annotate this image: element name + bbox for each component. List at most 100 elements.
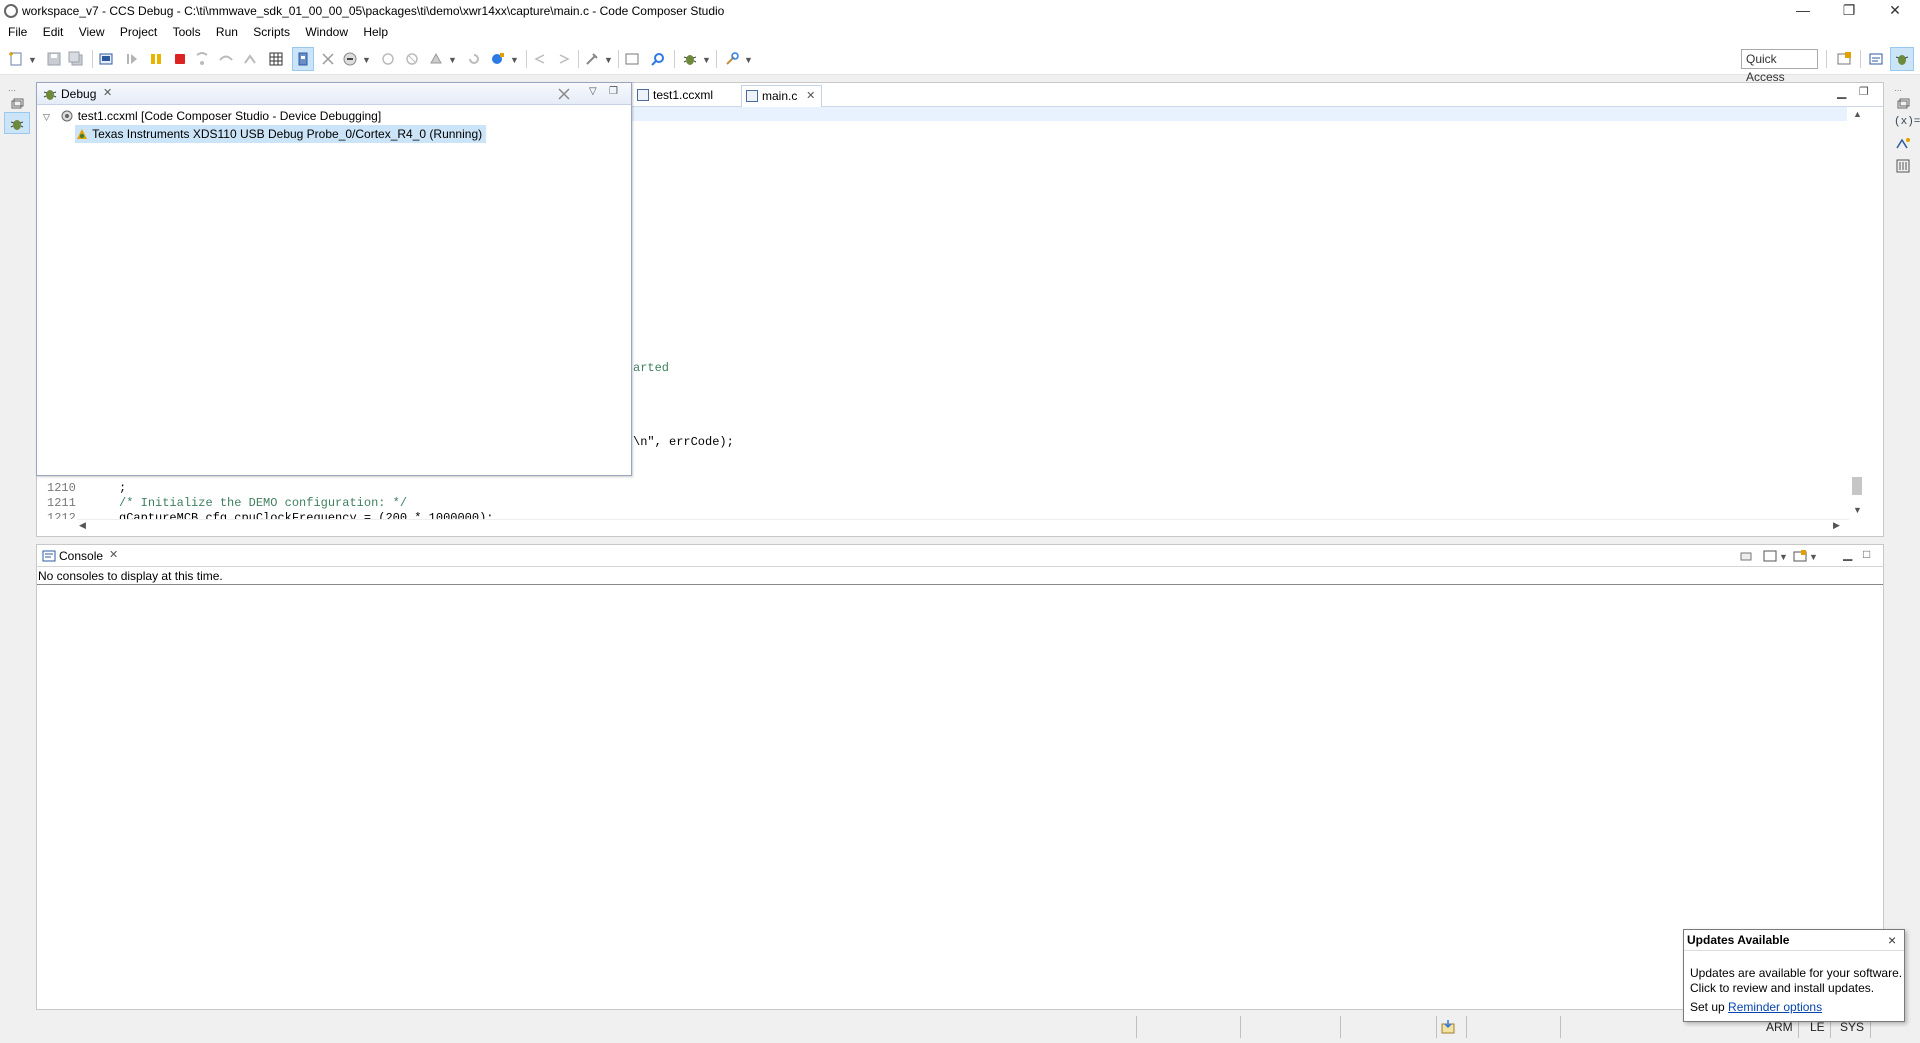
load-dropdown-icon[interactable]: ▼ xyxy=(362,55,371,65)
search-icon[interactable] xyxy=(650,51,666,67)
ccs-debug-perspective-button[interactable] xyxy=(1890,47,1914,71)
editor-vertical-scrollbar[interactable]: ▲ ▼ xyxy=(1849,107,1865,517)
restore-stack-icon[interactable] xyxy=(1894,96,1912,112)
restart-icon[interactable] xyxy=(380,51,396,67)
build-dropdown-icon[interactable]: ▼ xyxy=(604,55,613,65)
minimize-console-icon[interactable]: ▁ xyxy=(1843,547,1852,561)
window-toggle-icon[interactable] xyxy=(624,51,640,67)
editor-horizontal-scrollbar[interactable]: ◀ ▶ xyxy=(77,519,1849,533)
build-icon[interactable] xyxy=(584,51,600,67)
connect-target-icon[interactable] xyxy=(295,51,311,67)
menu-file[interactable]: File xyxy=(2,22,33,42)
step-return-icon[interactable] xyxy=(242,51,258,67)
menu-run[interactable]: Run xyxy=(210,22,244,42)
quick-access-input[interactable]: Quick Access xyxy=(1741,49,1818,84)
close-console-icon[interactable]: ✕ xyxy=(109,548,118,561)
next-edit-icon[interactable] xyxy=(556,51,572,67)
target-config-icon[interactable] xyxy=(428,51,444,67)
new-icon[interactable] xyxy=(8,51,24,67)
close-popup-icon[interactable]: × xyxy=(1888,932,1896,948)
step-into-icon[interactable] xyxy=(194,51,210,67)
minimize-editor-icon[interactable]: ▁ xyxy=(1837,85,1846,99)
toolbar-separator xyxy=(526,50,527,68)
expand-chevron-icon[interactable]: ▽ xyxy=(43,108,57,126)
maximize-editor-icon[interactable]: ❐ xyxy=(1859,85,1869,98)
pin-console-icon[interactable] xyxy=(1739,549,1753,563)
debug-view: Debug ✕ ▽ ❐ ▽ test1.ccxml [Code Composer… xyxy=(36,82,632,476)
scroll-thumb[interactable] xyxy=(1852,477,1862,495)
open-perspective-icon[interactable] xyxy=(1836,51,1852,67)
external-tools-icon[interactable] xyxy=(724,51,740,67)
tab-test1-ccxml[interactable]: test1.ccxml xyxy=(633,85,737,107)
scroll-down-icon[interactable]: ▼ xyxy=(1853,505,1862,515)
reset-icon[interactable] xyxy=(404,51,420,67)
console-message: No consoles to display at this time. xyxy=(37,569,1883,585)
previous-edit-icon[interactable] xyxy=(532,51,548,67)
status-mode-sys: SYS xyxy=(1840,1020,1865,1034)
menu-window[interactable]: Window xyxy=(299,22,354,42)
resume-icon[interactable] xyxy=(124,51,140,67)
registers-icon[interactable] xyxy=(1894,158,1912,174)
ccs-edit-perspective-icon[interactable] xyxy=(1868,51,1884,67)
menu-scripts[interactable]: Scripts xyxy=(247,22,296,42)
code-line: 1211 /* Initialize the DEMO configuratio… xyxy=(47,496,407,510)
scroll-up-icon[interactable]: ▲ xyxy=(1853,109,1862,119)
trim-debug-button[interactable] xyxy=(4,112,30,134)
load-program-icon[interactable] xyxy=(342,51,358,67)
console-icon xyxy=(42,550,56,562)
variables-icon[interactable]: (x)= xyxy=(1894,116,1920,132)
minimize-button[interactable]: — xyxy=(1780,0,1826,22)
ccxml-file-icon xyxy=(637,89,649,101)
breakpoint-tool-icon[interactable] xyxy=(320,51,336,67)
debug-view-icon[interactable] xyxy=(98,51,114,67)
tree-item-ccxml[interactable]: ▽ test1.ccxml [Code Composer Studio - De… xyxy=(43,107,381,125)
open-console-dropdown-icon[interactable]: ▼ xyxy=(1809,552,1818,562)
save-all-icon[interactable] xyxy=(68,51,84,67)
display-console-dropdown-icon[interactable]: ▼ xyxy=(1779,552,1788,562)
save-icon[interactable] xyxy=(46,51,62,67)
refresh-icon[interactable] xyxy=(466,51,482,67)
close-debug-view-icon[interactable]: ✕ xyxy=(103,86,112,99)
scroll-left-icon[interactable]: ◀ xyxy=(79,520,86,531)
menu-view[interactable]: View xyxy=(73,22,111,42)
display-console-icon[interactable] xyxy=(1763,549,1777,563)
toolbar-separator xyxy=(716,50,717,68)
new-dropdown-icon[interactable]: ▼ xyxy=(28,55,37,65)
menu-tools[interactable]: Tools xyxy=(167,22,207,42)
console-tab-label[interactable]: Console xyxy=(59,549,103,563)
close-button[interactable]: ✕ xyxy=(1872,0,1918,22)
menu-help[interactable]: Help xyxy=(357,22,394,42)
restore-button[interactable]: ❐ xyxy=(1826,0,1872,22)
debug-view-title[interactable]: Debug xyxy=(61,87,96,101)
tree-item-cortex-r4[interactable]: Texas Instruments XDS110 USB Debug Probe… xyxy=(75,125,487,143)
updates-line-2[interactable]: Click to review and install updates. xyxy=(1690,981,1902,996)
reminder-options-link[interactable]: Reminder options xyxy=(1728,1000,1822,1014)
menu-project[interactable]: Project xyxy=(114,22,163,42)
tools-dropdown-icon[interactable]: ▼ xyxy=(744,55,753,65)
remove-terminated-icon[interactable] xyxy=(557,87,571,101)
launch-dropdown-icon[interactable]: ▼ xyxy=(510,55,519,65)
tab-main-c[interactable]: main.c ✕ xyxy=(741,85,823,107)
menu-edit[interactable]: Edit xyxy=(37,22,70,42)
open-console-icon[interactable] xyxy=(1793,549,1807,563)
terminate-icon[interactable] xyxy=(172,51,188,67)
memory-grid-icon[interactable] xyxy=(268,51,284,67)
target-dropdown-icon[interactable]: ▼ xyxy=(448,55,457,65)
close-tab-icon[interactable]: ✕ xyxy=(806,86,815,106)
line-number: 1212 xyxy=(47,511,91,519)
restore-stack-icon[interactable] xyxy=(8,96,26,112)
view-menu-icon[interactable]: ▽ xyxy=(589,86,597,97)
restore-view-icon[interactable]: ❐ xyxy=(609,86,618,97)
scroll-right-icon[interactable]: ▶ xyxy=(1833,520,1840,531)
maximize-console-icon[interactable]: □ xyxy=(1863,547,1870,561)
debug-bug-icon[interactable] xyxy=(682,51,698,67)
expressions-icon[interactable] xyxy=(1894,136,1912,152)
updates-available-popup[interactable]: Updates Available × Updates are availabl… xyxy=(1683,929,1905,1022)
suspend-icon[interactable] xyxy=(148,51,164,67)
debug-dropdown-icon[interactable]: ▼ xyxy=(702,55,711,65)
launch-icon[interactable] xyxy=(490,51,506,67)
updates-setup-line: Set up Reminder options xyxy=(1690,1000,1902,1015)
step-over-icon[interactable] xyxy=(218,51,234,67)
code-lines[interactable]: 1210 ; 1211 /* Initialize the DEMO confi… xyxy=(37,479,1847,519)
updates-tray-icon[interactable] xyxy=(1440,1019,1456,1035)
